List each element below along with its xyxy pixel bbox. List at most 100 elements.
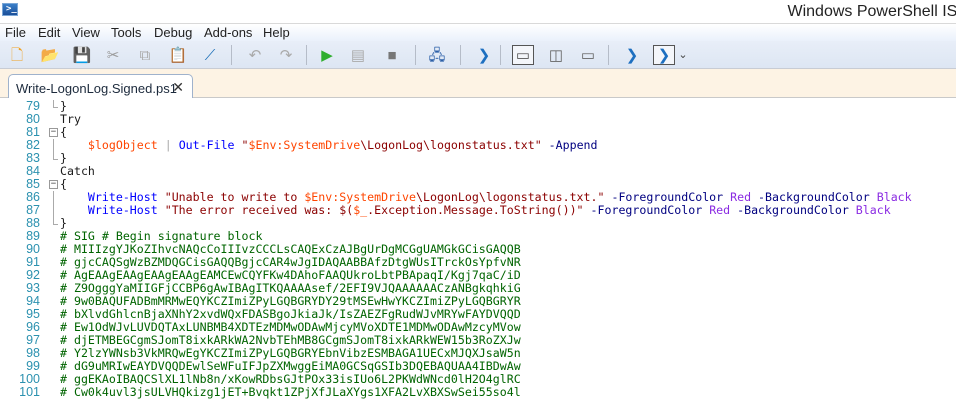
token-enum: Black: [848, 203, 891, 217]
menu-edit[interactable]: Edit: [38, 25, 60, 40]
toolbar-separator: [306, 45, 307, 65]
token-comment: # gjcCAQSgWzBZMDQGCisGAQQBgjcCAR4wJgIDAQ…: [60, 255, 521, 269]
token-string: .Exception.Message.ToString())": [367, 203, 584, 217]
toolbar-separator: [608, 45, 609, 65]
code-line: 83}: [0, 152, 956, 165]
token-variable: $Env:SystemDrive: [248, 138, 361, 152]
toolbar-overflow-button[interactable]: ⌄: [676, 45, 690, 65]
token-plain: }: [60, 151, 67, 165]
token-plain: }: [60, 216, 67, 230]
toolbar: 🗋 📂 💾 ✂ ⧉ 📋 ⟋ ↶ ↷ ▶ ▤ ■ 🖧 ❯ ▭ ◫ ▭ ❯ ❯ ⌄: [0, 41, 956, 69]
show-script-top-button[interactable]: ▭: [512, 45, 534, 65]
undo-button[interactable]: ↶: [244, 45, 266, 65]
code-text: # Cw0k4uvl3jsULVHQkizg1jET+Bvqkt1ZPjXfJL…: [60, 386, 521, 399]
token-comment: # AgEAAgEAAgEAAgEAAgEAMCEwCQYFKw4DAhoFAA…: [60, 268, 521, 282]
token-plain: {: [60, 177, 67, 191]
script-editor[interactable]: 79} 80 Try 81−{82 $logObject | Out-File "$E…: [0, 98, 956, 406]
new-button[interactable]: 🗋: [6, 45, 28, 65]
save-button[interactable]: 💾: [71, 45, 93, 65]
token-string: ": [234, 138, 249, 152]
fold-guide: [53, 217, 54, 224]
tab-label: Write-LogonLog.Signed.ps1: [16, 81, 177, 96]
token-param: -ForegroundColor: [604, 190, 724, 204]
line-number: 101: [19, 385, 40, 399]
token-comment: # ggEKAoIBAQCSlXL1lNb8n/xKowRDbsGJtPOx33…: [60, 372, 521, 386]
token-comment: # Y2lzYWNsb3VkMRQwEgYKCZImiZPyLGQBGRYEbn…: [60, 346, 521, 360]
token-comment: # djETMBEGCgmSJomT8ixkARkWA2NvbTEhMB8GCg…: [60, 333, 521, 347]
token-op: |: [157, 138, 179, 152]
show-commands-button[interactable]: ❯: [621, 45, 643, 65]
show-command-addon-button[interactable]: ❯: [653, 45, 675, 65]
code-line: 87 Write-Host "The error received was: $…: [0, 204, 956, 217]
fold-guide: [53, 100, 54, 107]
token-keyword: Try: [60, 112, 81, 126]
tab-write-logonlog-signed[interactable]: Write-LogonLog.Signed.ps1 ✕: [8, 74, 193, 99]
token-comment: # SIG # Begin signature block: [60, 229, 263, 243]
fold-guide: [53, 191, 54, 204]
token-param: -BackgroundColor: [730, 203, 849, 217]
close-icon[interactable]: ✕: [172, 79, 184, 96]
token-enum: Red: [723, 190, 752, 204]
menu-bar: File Edit View Tools Debug Add-ons Help: [0, 23, 956, 41]
token-variable: $Env:SystemDrive: [304, 190, 417, 204]
window-title: Windows PowerShell ISE: [787, 3, 956, 20]
token-plain: {: [60, 125, 67, 139]
remote-powershell-button[interactable]: 🖧: [426, 45, 448, 65]
fold-toggle-icon[interactable]: −: [49, 180, 58, 189]
powershell-icon[interactable]: >_: [2, 3, 18, 16]
token-string: "The error received was: $(: [157, 203, 354, 217]
clear-console-button[interactable]: ⟋: [199, 45, 221, 65]
token-string: \LogonLog\logonstatus.txt.": [416, 190, 605, 204]
toolbar-separator: [415, 45, 416, 65]
script-tab-strip: Write-LogonLog.Signed.ps1 ✕: [0, 69, 956, 99]
code-line: 82 $logObject | Out-File "$Env:SystemDri…: [0, 139, 956, 152]
stop-button[interactable]: ■: [381, 45, 403, 65]
token-param: -Append: [541, 138, 598, 152]
token-variable: $logObject: [87, 138, 158, 152]
open-button[interactable]: 📂: [39, 45, 61, 65]
fold-guide: [53, 224, 58, 225]
redo-button[interactable]: ↷: [275, 45, 297, 65]
token-string: \LogonLog\logonstatus.txt": [360, 138, 542, 152]
fold-guide: [53, 152, 54, 159]
token-string: "Unable to write to: [157, 190, 305, 204]
menu-add-ons[interactable]: Add-ons: [204, 25, 252, 40]
token-plain: }: [60, 99, 67, 113]
fold-guide: [53, 107, 58, 108]
token-cmdlet: Out-File: [178, 138, 235, 152]
fold-guide: [53, 139, 54, 152]
fold-toggle-icon[interactable]: −: [49, 128, 58, 137]
toolbar-separator: [231, 45, 232, 65]
code-line: 80 Try: [0, 113, 956, 126]
token-comment: # MIIIzgYJKoZIhvcNAQcCoIIIvzCCCLsCAQExCz…: [60, 242, 521, 256]
menu-help[interactable]: Help: [263, 25, 290, 40]
paste-button[interactable]: 📋: [167, 45, 189, 65]
token-comment: # Z9OgggYaMIIGFjCCBP6gAwIBAgITKQAAAAsef/…: [60, 281, 521, 295]
menu-file[interactable]: File: [5, 25, 26, 40]
code-text: $logObject | Out-File "$Env:SystemDrive\…: [60, 139, 598, 152]
show-script-right-button[interactable]: ◫: [545, 45, 567, 65]
title-bar: >_ Windows PowerShell ISE: [0, 0, 956, 24]
start-powershell-button[interactable]: ❯: [473, 45, 495, 65]
show-script-maximized-button[interactable]: ▭: [577, 45, 599, 65]
menu-view[interactable]: View: [72, 25, 100, 40]
token-param: -BackgroundColor: [751, 190, 870, 204]
token-comment: # 9w0BAQUFADBmMRMwEQYKCZImiZPyLGQBGRYDY2…: [60, 294, 521, 308]
run-selection-button[interactable]: ▤: [347, 45, 369, 65]
token-comment: # Cw0k4uvl3jsULVHQkizg1jET+Bvqkt1ZPjXfJL…: [60, 385, 521, 399]
fold-guide: [53, 204, 54, 217]
token-keyword: Catch: [60, 164, 95, 178]
menu-tools[interactable]: Tools: [111, 25, 141, 40]
token-comment: # bXlvdGhlcnBjaXNhY2xvdWQxFDASBgoJkiaJk/…: [60, 307, 521, 321]
toolbar-separator: [500, 45, 501, 65]
token-variable: $_: [353, 203, 368, 217]
menu-debug[interactable]: Debug: [154, 25, 192, 40]
run-script-button[interactable]: ▶: [316, 45, 338, 65]
cut-button[interactable]: ✂: [102, 45, 124, 65]
token-comment: # dG9uMRIwEAYDVQQDEwlSeWFuIFJpZXMwggEiMA…: [60, 359, 521, 373]
fold-guide: [53, 159, 58, 160]
code-line: 101 # Cw0k4uvl3jsULVHQkizg1jET+Bvqkt1ZPjX…: [0, 386, 956, 399]
copy-button[interactable]: ⧉: [134, 45, 156, 65]
